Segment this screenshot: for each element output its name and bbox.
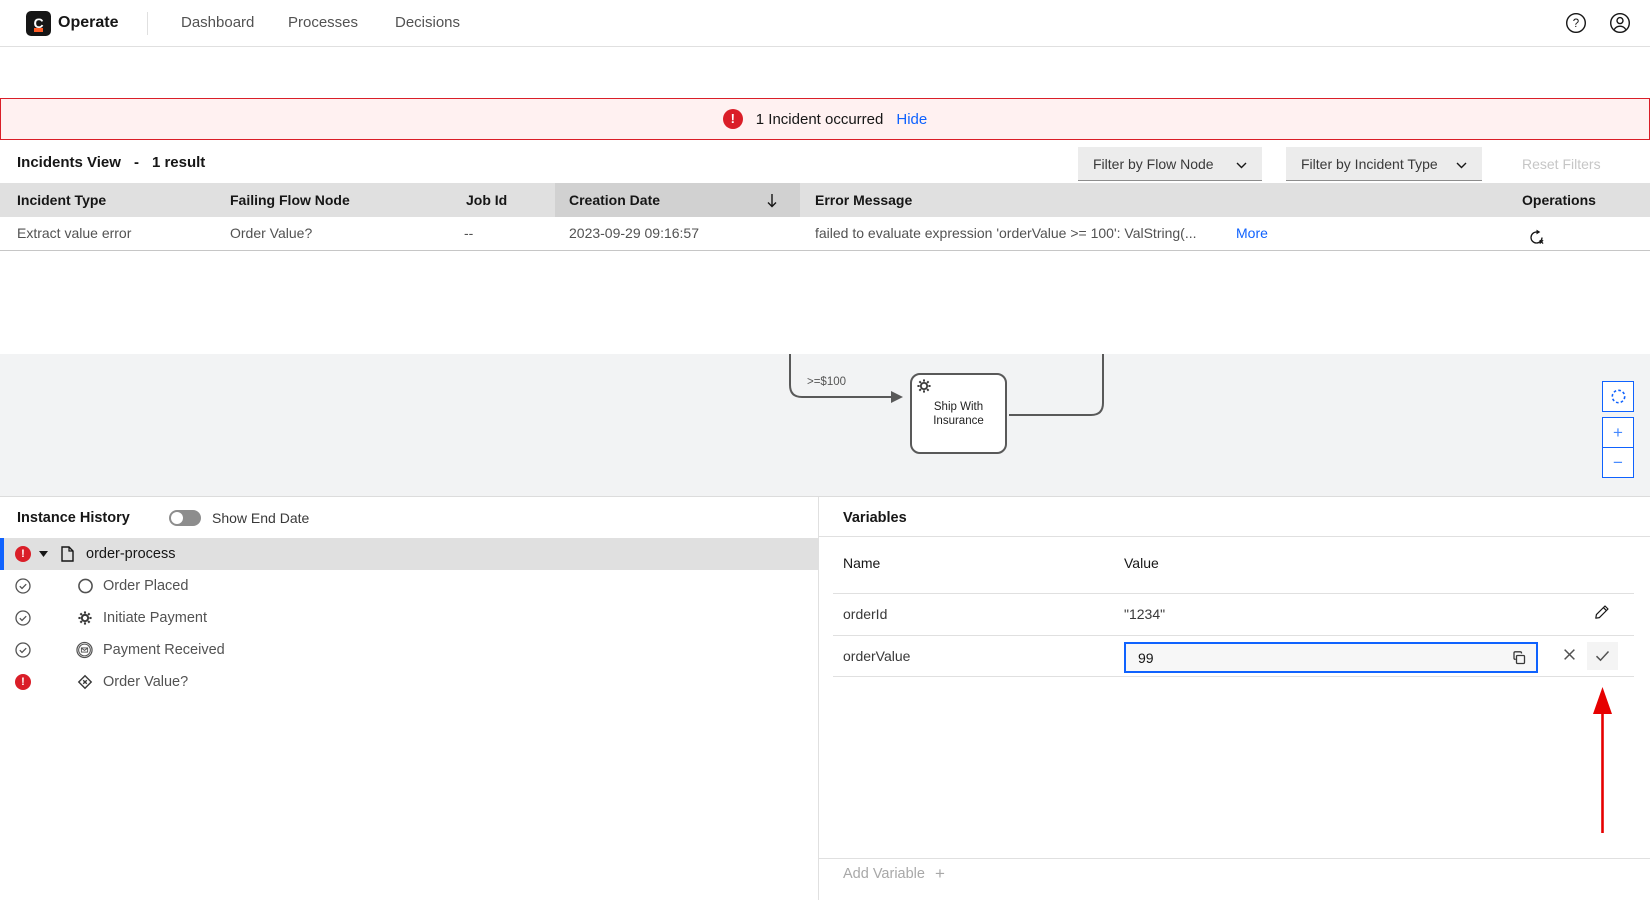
row-divider bbox=[833, 676, 1634, 677]
exclusive-gateway-icon bbox=[77, 674, 93, 690]
row-divider bbox=[833, 635, 1634, 636]
message-catch-event-icon bbox=[76, 642, 93, 659]
failing-flow-node-cell: Order Value? bbox=[230, 217, 312, 250]
variable-value-input[interactable] bbox=[1126, 650, 1511, 666]
tab-processes[interactable]: Processes bbox=[288, 14, 358, 31]
edit-variable-pencil-icon[interactable] bbox=[1594, 604, 1610, 620]
variables-title: Variables bbox=[843, 510, 907, 526]
filter-by-incident-type-dropdown[interactable]: Filter by Incident Type bbox=[1286, 147, 1482, 181]
incident-state-icon: ! bbox=[15, 546, 31, 562]
incident-state-icon: ! bbox=[15, 674, 31, 690]
tab-decisions[interactable]: Decisions bbox=[395, 14, 460, 31]
task-ship-with-insurance[interactable]: Ship With Insurance bbox=[910, 373, 1007, 454]
user-avatar-icon[interactable] bbox=[1609, 12, 1631, 39]
reset-filters-button[interactable]: Reset Filters bbox=[1522, 156, 1601, 172]
variable-value-edit-field bbox=[1124, 642, 1538, 673]
variables-name-header: Name bbox=[843, 555, 880, 571]
plus-icon: + bbox=[935, 865, 945, 882]
toggle-knob bbox=[171, 512, 183, 524]
retry-incident-icon[interactable] bbox=[1528, 225, 1545, 242]
diagram-reset-zoom-button[interactable] bbox=[1602, 381, 1634, 412]
start-event-icon bbox=[78, 579, 93, 594]
col-creation-date[interactable]: Creation Date bbox=[569, 183, 660, 217]
instance-history-title: Instance History bbox=[17, 510, 130, 526]
process-document-icon bbox=[61, 546, 74, 562]
panel-divider bbox=[818, 497, 819, 900]
topbar-divider bbox=[147, 12, 148, 35]
history-row-order-process[interactable]: ! order-process bbox=[0, 538, 818, 570]
sort-descending-icon[interactable] bbox=[766, 193, 778, 207]
incident-banner-message: 1 Incident occurred bbox=[756, 111, 884, 128]
fit-diagram-icon bbox=[1610, 388, 1627, 405]
variable-name-orderid: orderId bbox=[843, 606, 887, 622]
camunda-logo-letter: C bbox=[33, 15, 43, 31]
col-error-message: Error Message bbox=[815, 183, 912, 217]
bpmn-diagram-canvas[interactable]: >=$100 Ship With Insurance + − bbox=[0, 354, 1650, 497]
camunda-logo[interactable]: C bbox=[26, 11, 51, 36]
incident-banner: ! 1 Incident occurred Hide bbox=[0, 98, 1650, 140]
incidents-view-title: Incidents View bbox=[17, 154, 121, 171]
service-task-gear-icon bbox=[917, 379, 931, 398]
error-message-cell: failed to evaluate expression 'orderValu… bbox=[815, 217, 1197, 250]
incidents-table-header: Incident Type Failing Flow Node Job Id C… bbox=[0, 183, 1650, 217]
save-variable-check-icon[interactable] bbox=[1587, 642, 1618, 670]
diagram-zoom-out-button[interactable]: − bbox=[1602, 447, 1634, 478]
row-divider bbox=[833, 593, 1634, 594]
filter-by-flow-node-dropdown[interactable]: Filter by Flow Node bbox=[1078, 147, 1262, 181]
instance-header: ! Process Name order-process Process Ins… bbox=[0, 47, 1650, 98]
variables-footer-divider bbox=[819, 858, 1650, 859]
incident-banner-hide-link[interactable]: Hide bbox=[896, 111, 927, 128]
incident-table-row[interactable]: Extract value error Order Value? -- 2023… bbox=[0, 217, 1650, 251]
caret-down-icon[interactable] bbox=[39, 551, 48, 557]
incident-type-cell: Extract value error bbox=[17, 217, 131, 250]
chevron-down-icon bbox=[1236, 156, 1247, 172]
history-row-order-value[interactable]: ! Order Value? bbox=[0, 666, 818, 698]
help-icon[interactable]: ? bbox=[1565, 12, 1587, 39]
col-failing-flow-node: Failing Flow Node bbox=[230, 183, 350, 217]
variable-name-ordervalue: orderValue bbox=[843, 648, 910, 664]
task-label: Ship With Insurance bbox=[912, 401, 1005, 429]
svg-text:?: ? bbox=[1573, 18, 1579, 30]
history-row-order-placed[interactable]: Order Placed bbox=[0, 570, 818, 602]
incidents-view-title-row: Incidents View - 1 result bbox=[17, 154, 205, 171]
completed-check-icon bbox=[15, 642, 31, 658]
service-task-gear-icon bbox=[78, 611, 92, 625]
diagram-zoom-in-button[interactable]: + bbox=[1602, 417, 1634, 448]
chevron-down-icon bbox=[1456, 156, 1467, 172]
bottom-panels: Instance History Show End Date ! order-p… bbox=[0, 496, 1650, 900]
operate-process-instance-page: C Operate Dashboard Processes Decisions … bbox=[0, 0, 1650, 900]
cancel-edit-x-icon[interactable] bbox=[1563, 648, 1576, 661]
topbar: C Operate Dashboard Processes Decisions … bbox=[0, 0, 1650, 47]
show-end-date-label: Show End Date bbox=[212, 510, 309, 526]
sequence-flow-label: >=$100 bbox=[807, 376, 846, 388]
copy-value-icon[interactable] bbox=[1511, 650, 1536, 666]
red-annotation-arrow bbox=[1591, 687, 1615, 834]
error-message-more-link[interactable]: More bbox=[1236, 217, 1268, 250]
col-job-id: Job Id bbox=[466, 183, 507, 217]
variables-header-divider bbox=[819, 536, 1650, 537]
show-end-date-toggle[interactable] bbox=[169, 510, 201, 526]
tab-dashboard[interactable]: Dashboard bbox=[181, 14, 254, 31]
variable-value-orderid: "1234" bbox=[1124, 606, 1165, 622]
incidents-view-separator: - bbox=[134, 154, 139, 171]
job-id-cell: -- bbox=[464, 217, 473, 250]
app-name: Operate bbox=[58, 14, 118, 32]
incidents-view-result-count: 1 result bbox=[152, 154, 205, 171]
add-variable-button[interactable]: Add Variable + bbox=[843, 865, 945, 882]
completed-check-icon bbox=[15, 610, 31, 626]
creation-date-cell: 2023-09-29 09:16:57 bbox=[569, 217, 699, 250]
col-operations: Operations bbox=[1522, 183, 1596, 217]
banner-error-icon: ! bbox=[723, 109, 743, 129]
completed-check-icon bbox=[15, 578, 31, 594]
history-row-payment-received[interactable]: Payment Received bbox=[0, 634, 818, 666]
variables-value-header: Value bbox=[1124, 555, 1159, 571]
col-incident-type: Incident Type bbox=[17, 183, 106, 217]
history-row-initiate-payment[interactable]: Initiate Payment bbox=[0, 602, 818, 634]
